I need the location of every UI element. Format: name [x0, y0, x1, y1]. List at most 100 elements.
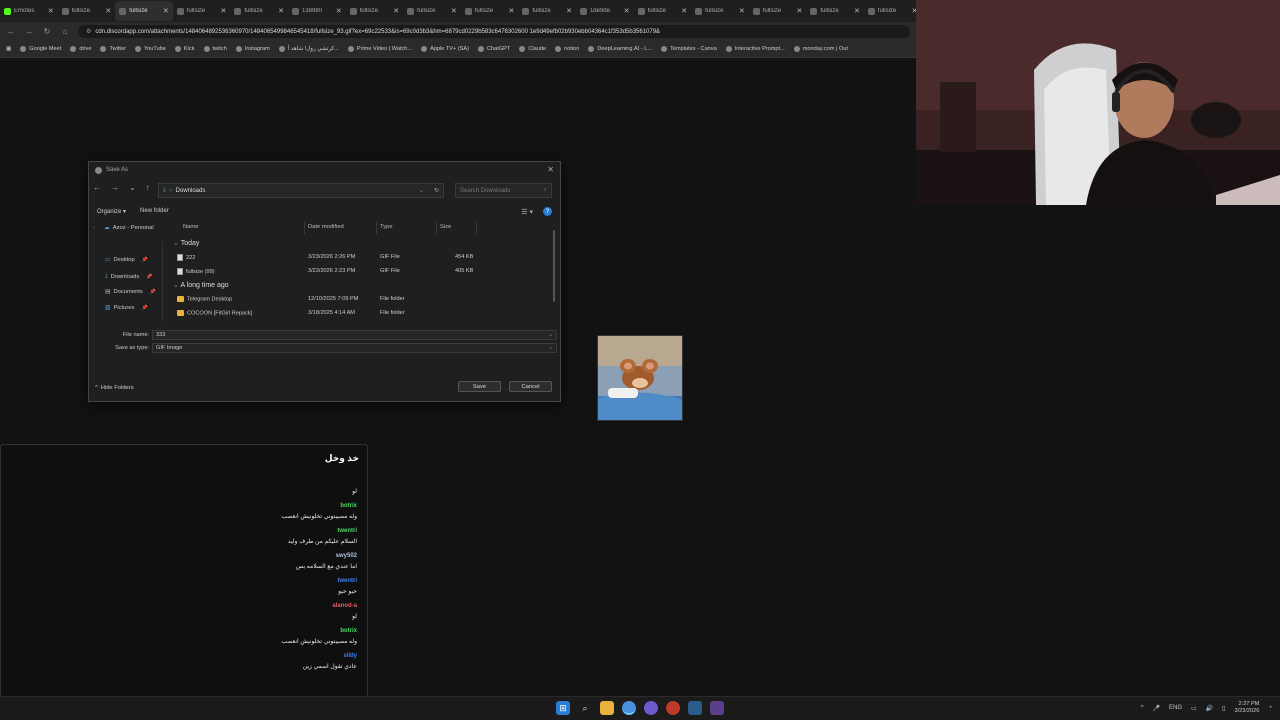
discord-icon[interactable]	[644, 701, 658, 715]
close-tab-icon[interactable]: ✕	[681, 7, 687, 15]
chevron-up-icon[interactable]: ^	[1141, 705, 1144, 711]
browser-tab[interactable]: fullsize ✕	[864, 1, 916, 21]
close-tab-icon[interactable]: ✕	[566, 7, 572, 15]
close-tab-icon[interactable]: ✕	[48, 7, 54, 15]
close-tab-icon[interactable]: ✕	[508, 7, 514, 15]
close-tab-icon[interactable]: ✕	[336, 7, 342, 15]
bookmark-item[interactable]: Claude	[519, 46, 546, 52]
reload-icon[interactable]: ↻	[42, 27, 52, 36]
windows-start-icon[interactable]: ⊞	[556, 701, 570, 715]
language-indicator[interactable]: ENG	[1169, 705, 1182, 711]
sidebar-item-documents[interactable]: ▤ Documents 📌	[105, 289, 156, 295]
home-icon[interactable]: ⌂	[60, 27, 70, 36]
hide-folders-button[interactable]: ^ Hide Folders	[95, 385, 134, 391]
bookmark-item[interactable]: twitch	[203, 46, 227, 52]
bookmark-item[interactable]: Prime Video | Watch...	[347, 46, 412, 52]
browser-tab[interactable]: fullsize ✕	[230, 1, 288, 21]
close-tab-icon[interactable]: ✕	[451, 7, 457, 15]
browser-tab[interactable]: Emotes ✕	[0, 1, 58, 21]
new-folder-button[interactable]: New folder	[140, 208, 169, 215]
sidebar-item-account[interactable]: › ☁ Azoz - Personal	[93, 225, 154, 231]
bookmark-item[interactable]: YouTube	[134, 46, 166, 52]
streamlabs-icon[interactable]	[666, 701, 680, 715]
bookmark-item[interactable]: Instagram	[235, 46, 270, 52]
app-icon[interactable]	[710, 701, 724, 715]
bookmark-item[interactable]: DeepLearning.AI - L...	[588, 46, 652, 52]
close-tab-icon[interactable]: ✕	[624, 7, 630, 15]
view-icon[interactable]: ☰ ▾	[521, 208, 533, 216]
chevron-down-icon[interactable]: ⌄	[548, 345, 553, 351]
close-tab-icon[interactable]: ✕	[796, 7, 802, 15]
browser-tab[interactable]: fullsize ✕	[806, 1, 864, 21]
close-tab-icon[interactable]: ✕	[163, 7, 169, 15]
browser-tab[interactable]: fullsize ✕	[403, 1, 461, 21]
file-explorer-icon[interactable]	[600, 701, 614, 715]
forward-icon[interactable]: →	[111, 183, 119, 192]
browser-tab[interactable]: fullsize ✕	[518, 1, 576, 21]
forward-icon[interactable]: →	[24, 27, 34, 36]
bookmark-item[interactable]: monday.com | Out	[793, 46, 848, 52]
scrollbar[interactable]	[553, 230, 555, 302]
column-size[interactable]: Size	[440, 224, 451, 230]
browser-tab[interactable]: fullsize ✕	[58, 1, 116, 21]
close-tab-icon[interactable]: ✕	[854, 7, 860, 15]
file-row[interactable]: COCOON [FitGirl Repack] 3/18/2025 4:14 A…	[177, 308, 477, 320]
close-tab-icon[interactable]: ✕	[221, 7, 227, 15]
help-icon[interactable]: ?	[543, 207, 552, 216]
column-type[interactable]: Type	[380, 224, 393, 230]
recent-locations-icon[interactable]: ⌄	[129, 183, 136, 192]
file-row[interactable]: 222 3/23/2026 2:26 PM GIF File 454 KB	[177, 252, 477, 264]
notifications-icon[interactable]: ◔	[1268, 705, 1272, 711]
close-tab-icon[interactable]: ✕	[393, 7, 399, 15]
battery-icon[interactable]: ▯	[1222, 705, 1225, 712]
address-bar[interactable]: ⚙ cdn.discordapp.com/attachments/1484064…	[78, 25, 910, 38]
volume-icon[interactable]: 🔊	[1206, 705, 1213, 712]
clock[interactable]: 2:27 PM 3/23/2026	[1234, 701, 1259, 715]
browser-tab[interactable]: fullsize ✕	[461, 1, 519, 21]
bookmark-item[interactable]: كرتشي رول! شاهد أ...	[278, 46, 339, 52]
up-icon[interactable]: ↑	[146, 183, 150, 192]
sidebar-item-downloads[interactable]: ⤓ Downloads 📌	[105, 273, 152, 280]
chevron-down-icon[interactable]: ⌄	[548, 332, 553, 338]
network-icon[interactable]: ▭	[1191, 705, 1197, 712]
back-icon[interactable]: ←	[6, 27, 16, 36]
bookmark-item[interactable]: notion	[555, 46, 579, 52]
browser-tab[interactable]: fullsize ✕	[115, 1, 173, 21]
refresh-icon[interactable]: ↻	[434, 187, 439, 194]
close-tab-icon[interactable]: ✕	[105, 7, 111, 15]
bookmark-item[interactable]: Twitter	[100, 46, 126, 52]
chrome-icon[interactable]	[622, 701, 636, 715]
group-header[interactable]: ⌄ Today	[173, 239, 199, 247]
back-icon[interactable]: ←	[93, 183, 101, 192]
microphone-icon[interactable]: 🎤	[1153, 705, 1160, 712]
file-row[interactable]: Telegram Desktop 12/10/2025 7:09 PM File…	[177, 294, 477, 306]
sidebar-item-desktop[interactable]: ▭ Desktop 📌	[105, 257, 148, 263]
close-icon[interactable]: ✕	[547, 165, 554, 174]
sidebar-item-pictures[interactable]: ▨ Pictures 📌	[105, 305, 148, 311]
column-name[interactable]: Name	[183, 224, 198, 230]
bookmark-item[interactable]: Interactive Prompt...	[725, 46, 785, 52]
browser-tab[interactable]: 138980 ✕	[288, 1, 346, 21]
bookmark-item[interactable]: ChatGPT	[478, 46, 510, 52]
bookmark-item[interactable]: drive	[70, 46, 91, 52]
browser-tab[interactable]: fullsize ✕	[346, 1, 404, 21]
cancel-button[interactable]: Cancel	[509, 381, 552, 392]
browser-tab[interactable]: fullsize ✕	[691, 1, 749, 21]
path-bar[interactable]: ⤓ › Downloads ⌄ ↻	[158, 183, 444, 198]
apps-icon[interactable]: ▦	[6, 46, 11, 52]
search-field[interactable]: Search Downloads ⌕	[455, 183, 552, 198]
site-info-icon[interactable]: ⚙	[86, 28, 91, 35]
steam-icon[interactable]	[688, 701, 702, 715]
chevron-down-icon[interactable]: ⌄	[419, 187, 424, 194]
save-as-type-select[interactable]: GIF Image ⌄	[152, 343, 557, 353]
save-button[interactable]: Save	[458, 381, 501, 392]
group-header[interactable]: ⌄ A long time ago	[173, 281, 229, 289]
close-tab-icon[interactable]: ✕	[278, 7, 284, 15]
bookmark-item[interactable]: Apple TV+ (SA)	[421, 46, 469, 52]
organize-button[interactable]: Organize ▾	[97, 208, 126, 215]
bookmark-item[interactable]: Google Meet	[20, 46, 61, 52]
file-row[interactable]: fullsize (99) 3/23/2026 2:23 PM GIF File…	[177, 266, 477, 278]
bookmark-item[interactable]: Templates - Canva	[661, 46, 717, 52]
column-date[interactable]: Date modified	[308, 224, 344, 230]
browser-tab[interactable]: fullsize ✕	[173, 1, 231, 21]
